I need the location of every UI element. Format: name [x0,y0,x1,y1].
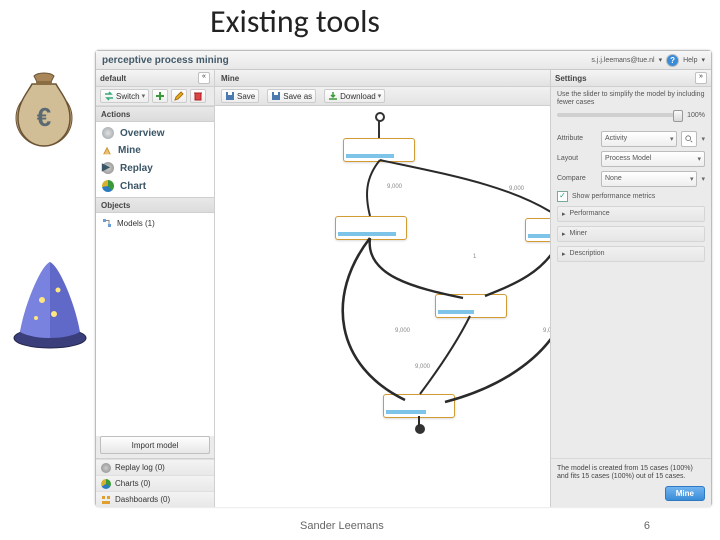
collapser-performance[interactable]: ▸Performance [557,206,705,222]
help-link[interactable]: Help [683,57,697,64]
action-label: Replay [120,163,153,174]
edge [378,120,380,138]
collapser-label: Performance [570,210,610,217]
header-user: s.j.j.leemans@tue.nl [591,57,654,64]
footer-page-number: 6 [644,520,650,532]
edge-label: 9,000 [385,184,404,190]
compare-select[interactable]: None▾ [601,171,697,187]
download-button[interactable]: Download▾ [324,89,385,103]
slide-title: Existing tools [210,2,380,41]
right-collapse-button[interactable]: » [695,72,707,84]
toolbar-label: Save as [283,92,312,101]
section-actions-header: Actions [96,106,214,122]
collapser-description[interactable]: ▸Description [557,246,705,262]
toolbar-label: Download [340,92,376,101]
svg-text:€: € [37,102,51,132]
action-mine[interactable]: Mine [96,142,214,159]
bottom-label: Replay log (0) [115,463,165,472]
model-summary: The model is created from 15 cases (100%… [557,465,705,483]
collapser-miner[interactable]: ▸Miner [557,226,705,242]
action-label: Mine [118,145,141,156]
edge-label: 9,000 [541,328,550,334]
delete-button[interactable] [190,89,206,103]
center-panel: Mine Save Save as Download▾ 9,000 9,000 … [215,70,550,507]
node-a[interactable] [343,138,415,162]
left-tab-default[interactable]: default [100,74,126,83]
chart-icon [102,180,114,192]
start-node [375,112,385,122]
switch-button[interactable]: Switch▾ [100,89,149,103]
compare-label: Compare [557,175,597,182]
app-name: perceptive process mining [102,55,229,66]
left-collapse-button[interactable]: « [198,72,210,84]
edge-label: 9,000 [413,364,432,370]
checkbox-label: Show performance metrics [572,193,655,200]
attribute-label: Attribute [557,135,597,142]
layout-select[interactable]: Process Model▾ [601,151,705,167]
checkbox-icon: ✓ [557,191,568,202]
replaylog-icon [101,463,111,473]
action-overview[interactable]: Overview [96,124,214,142]
edge-label: 9,000 [393,328,412,334]
bottom-charts[interactable]: Charts (0) [96,475,214,491]
select-value: Activity [605,135,627,142]
edit-button[interactable] [171,89,187,103]
process-canvas[interactable]: 9,000 9,000 1 9,000 9,000 9,000 [215,106,550,507]
select-value: None [605,175,622,182]
attribute-select[interactable]: Activity▾ [601,131,677,147]
help-icon[interactable]: ? [666,54,679,67]
import-model-button[interactable]: Import model [100,436,210,454]
objects-label: Models (1) [117,219,155,228]
app-header: perceptive process mining s.j.j.leemans@… [96,51,711,70]
save-button[interactable]: Save [221,89,259,103]
collapser-label: Description [570,250,605,257]
charts-icon [101,479,111,489]
mine-icon [102,146,112,156]
app-window: perceptive process mining s.j.j.leemans@… [95,50,712,507]
collapser-label: Miner [570,230,588,237]
end-node [415,424,425,434]
edge-label: 9,000 [507,186,526,192]
node-d[interactable] [435,294,507,318]
action-label: Overview [120,128,164,139]
add-button[interactable] [152,89,168,103]
wizard-hat-icon [10,260,90,350]
select-value: Process Model [605,155,651,162]
action-chart[interactable]: Chart [96,177,214,195]
overview-icon [102,127,114,139]
edge-label: 1 [471,254,478,260]
settings-hint: Use the slider to simplify the model by … [557,91,705,108]
replay-icon: ▶ [102,162,114,174]
attribute-search-button[interactable] [681,131,697,147]
models-icon [102,218,112,228]
node-e[interactable] [383,394,455,418]
saveas-button[interactable]: Save as [267,89,316,103]
switch-label: Switch [116,92,140,101]
dashboards-icon [101,495,111,505]
bottom-dashboards[interactable]: Dashboards (0) [96,491,214,507]
layout-label: Layout [557,155,597,162]
mine-button[interactable]: Mine [665,486,705,501]
show-performance-checkbox[interactable]: ✓ Show performance metrics [557,191,705,202]
objects-models[interactable]: Models (1) [102,216,208,230]
slider-value: 100% [687,112,705,119]
bottom-replaylog[interactable]: Replay log (0) [96,459,214,475]
node-c[interactable] [525,218,550,242]
right-tab-settings[interactable]: Settings [555,74,587,83]
bottom-label: Dashboards (0) [115,495,170,504]
right-panel: Settings » Use the slider to simplify th… [550,70,711,507]
left-panel: default « Switch▾ Actions Overview Mine [96,70,215,507]
center-tab-mine[interactable]: Mine [221,74,239,83]
footer-author: Sander Leemans [300,520,384,532]
toolbar-label: Save [237,92,255,101]
action-label: Chart [120,181,146,192]
action-replay[interactable]: ▶ Replay [96,159,214,177]
section-objects-header: Objects [96,197,214,213]
simplify-slider[interactable] [557,113,683,117]
bottom-label: Charts (0) [115,479,151,488]
money-bag-icon: € [10,70,78,150]
node-b[interactable] [335,216,407,240]
